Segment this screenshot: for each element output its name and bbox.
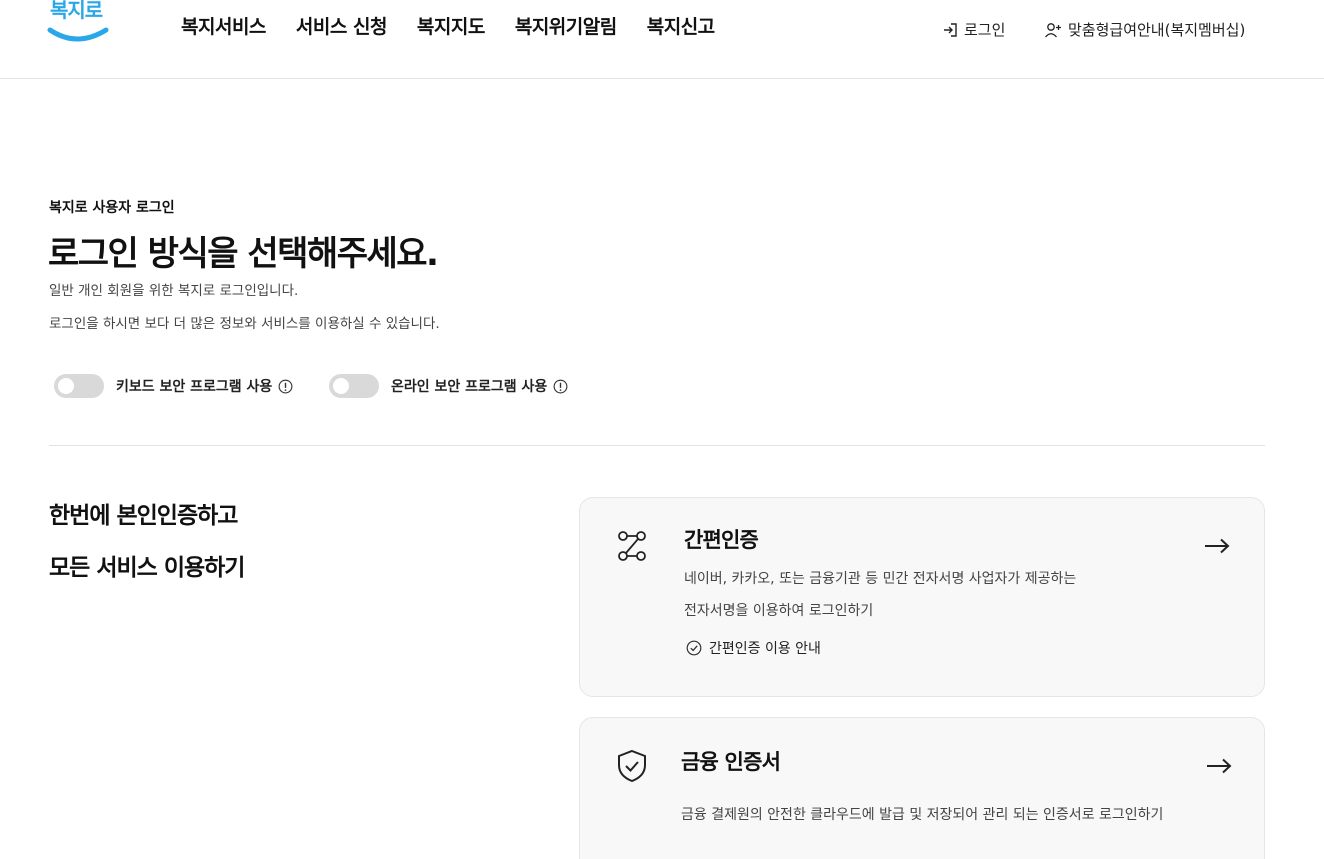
page-eyebrow: 복지로 사용자 로그인	[49, 200, 175, 216]
section-heading-line-2: 모든 서비스 이용하기	[49, 555, 245, 581]
switch-knob	[333, 378, 349, 394]
switch-knob	[58, 378, 74, 394]
section-heading-line-1: 한번에 본인인증하고	[49, 503, 238, 529]
simple-auth-guide-link[interactable]: 간편인증 이용 안내	[686, 638, 821, 658]
card-title: 금융 인증서	[681, 750, 781, 774]
online-security-toggle-group: 온라인 보안 프로그램 사용	[329, 374, 568, 398]
online-security-label: 온라인 보안 프로그램 사용	[391, 379, 548, 395]
section-divider	[49, 445, 1265, 446]
page-title: 로그인 방식을 선택해주세요.	[48, 234, 439, 274]
nav-welfare-services[interactable]: 복지서비스	[181, 12, 266, 39]
login-link[interactable]: 로그인	[942, 19, 1005, 40]
simple-auth-card[interactable]: 간편인증 네이버, 카카오, 또는 금융기관 등 민간 전자서명 사업자가 제공…	[579, 497, 1265, 697]
logo-text: 복지로	[50, 0, 103, 22]
user-add-icon	[1045, 22, 1061, 37]
online-security-switch[interactable]	[329, 374, 379, 398]
card-description-1: 금융 결제원의 안전한 클라우드에 발급 및 저장되어 관리 되는 인증서로 로…	[681, 807, 1164, 823]
logo[interactable]: 복지로	[44, 0, 114, 50]
main-nav: 복지서비스 서비스 신청 복지지도 복지위기알림 복지신고	[181, 12, 715, 39]
card-title: 간편인증	[684, 528, 759, 552]
nav-welfare-report[interactable]: 복지신고	[647, 12, 715, 39]
membership-label: 맞춤형급여안내(복지멤버십)	[1068, 21, 1246, 39]
nav-crisis-alert[interactable]: 복지위기알림	[515, 12, 617, 39]
membership-link[interactable]: 맞춤형급여안내(복지멤버십)	[1044, 19, 1245, 40]
nav-service-apply[interactable]: 서비스 신청	[296, 12, 388, 39]
login-icon	[944, 22, 957, 37]
site-header: 복지로 복지서비스 서비스 신청 복지지도 복지위기알림 복지신고 로그인 맞춤…	[0, 0, 1324, 79]
card-description-1: 네이버, 카카오, 또는 금융기관 등 민간 전자서명 사업자가 제공하는	[684, 571, 1077, 587]
check-circle-icon	[686, 640, 702, 656]
logo-smile-icon	[47, 27, 109, 42]
route-icon	[618, 531, 646, 561]
login-label: 로그인	[964, 21, 1006, 39]
shield-check-icon	[618, 749, 646, 783]
nav-welfare-map[interactable]: 복지지도	[417, 12, 485, 39]
arrow-right-icon	[1207, 758, 1232, 774]
info-icon[interactable]	[553, 379, 568, 394]
keyboard-security-label: 키보드 보안 프로그램 사용	[116, 379, 273, 395]
intro-description-1: 일반 개인 회원을 위한 복지로 로그인입니다.	[49, 283, 299, 299]
card-description-2: 전자서명을 이용하여 로그인하기	[684, 603, 874, 619]
intro-description-2: 로그인을 하시면 보다 더 많은 정보와 서비스를 이용하실 수 있습니다.	[49, 316, 440, 332]
arrow-right-icon	[1205, 538, 1230, 554]
guide-link-label: 간편인증 이용 안내	[709, 641, 821, 657]
info-icon[interactable]	[278, 379, 293, 394]
financial-certificate-card[interactable]: 금융 인증서 금융 결제원의 안전한 클라우드에 발급 및 저장되어 관리 되는…	[579, 717, 1265, 859]
keyboard-security-toggle-group: 키보드 보안 프로그램 사용	[54, 374, 293, 398]
keyboard-security-switch[interactable]	[54, 374, 104, 398]
